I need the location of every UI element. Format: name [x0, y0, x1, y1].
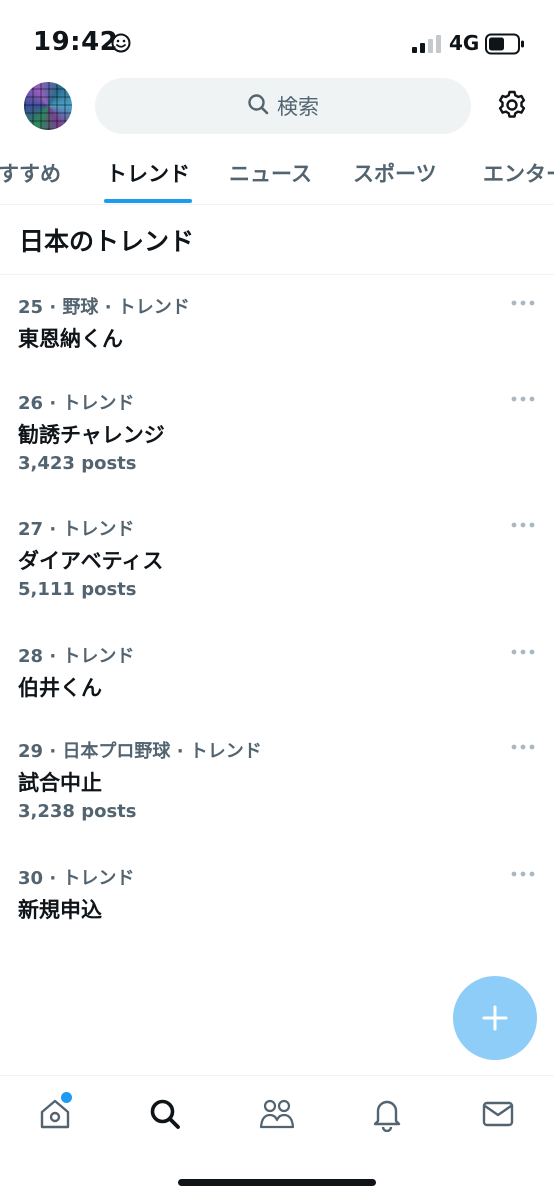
notification-dot — [59, 1090, 74, 1105]
trend-name: 試合中止 — [18, 771, 102, 795]
tab-sports[interactable]: スポーツ — [353, 158, 437, 188]
trend-category: トレンド — [62, 393, 135, 414]
plus-icon — [482, 1005, 508, 1031]
trend-name: 勧誘チャレンジ — [18, 423, 165, 447]
signal-icon — [412, 35, 441, 53]
trend-item[interactable]: 25 · 野球 · トレンド 東恩納くん — [0, 293, 554, 353]
trend-meta: 28 · トレンド — [18, 646, 135, 667]
more-options-icon[interactable] — [510, 741, 536, 753]
more-options-icon[interactable] — [510, 646, 536, 658]
tab-trending[interactable]: トレンド — [106, 158, 190, 188]
active-tab-indicator — [104, 199, 192, 203]
nav-home[interactable] — [35, 1090, 75, 1134]
tab-news[interactable]: ニュース — [229, 158, 312, 188]
explore-screen: 19:42 4G 検索 すすめ トレンド ニュース スポーツ エンタ 日本のトレ… — [0, 0, 554, 1199]
trend-item[interactable]: 26 · トレンド 勧誘チャレンジ 3,423 posts — [0, 389, 554, 481]
trend-rank: 27 — [18, 519, 44, 540]
nav-notifications[interactable] — [367, 1094, 407, 1134]
trend-category: トレンド — [62, 519, 135, 540]
trend-item[interactable]: 28 · トレンド 伯井くん — [0, 642, 554, 702]
avatar-pattern — [24, 82, 72, 130]
nav-search[interactable] — [145, 1094, 185, 1134]
compose-post-button[interactable] — [453, 976, 537, 1060]
divider — [0, 274, 554, 275]
trend-item[interactable]: 27 · トレンド ダイアベティス 5,111 posts — [0, 515, 554, 607]
trend-category: トレンド — [62, 646, 135, 667]
trend-post-count: 3,423 posts — [18, 453, 137, 474]
trend-item[interactable]: 30 · トレンド 新規申込 — [0, 864, 554, 924]
face-id-icon — [111, 33, 131, 57]
search-input[interactable]: 検索 — [95, 78, 471, 134]
trend-meta: 29 · 日本プロ野球 · トレンド — [18, 741, 262, 762]
tab-entertainment[interactable]: エンター — [483, 158, 554, 188]
nav-communities[interactable] — [257, 1094, 297, 1134]
trend-category: トレンド — [62, 868, 135, 889]
search-placeholder: 検索 — [277, 95, 319, 119]
tab-for-you[interactable]: すすめ — [0, 158, 61, 188]
search-icon — [150, 1099, 180, 1129]
trend-item[interactable]: 29 · 日本プロ野球 · トレンド 試合中止 3,238 posts — [0, 737, 554, 829]
trend-rank: 25 — [18, 297, 44, 318]
trend-meta: 30 · トレンド — [18, 868, 135, 889]
trend-rank: 29 — [18, 741, 44, 762]
nav-messages[interactable] — [478, 1094, 518, 1134]
network-type: 4G — [449, 31, 480, 55]
search-icon — [247, 93, 269, 119]
trend-name: ダイアベティス — [18, 549, 164, 573]
avatar[interactable] — [24, 82, 72, 130]
notifications-icon — [373, 1100, 401, 1132]
trend-meta: 25 · 野球 · トレンド — [18, 297, 190, 318]
section-title: 日本のトレンド — [19, 227, 195, 256]
trend-name: 伯井くん — [18, 676, 102, 700]
trend-post-count: 5,111 posts — [18, 579, 137, 600]
messages-icon — [482, 1101, 514, 1127]
trend-meta: 26 · トレンド — [18, 393, 135, 414]
home-indicator[interactable] — [178, 1179, 376, 1186]
trend-name: 新規申込 — [18, 898, 102, 922]
header: 検索 — [0, 74, 554, 138]
communities-icon — [259, 1099, 295, 1129]
trend-category: 野球 · トレンド — [62, 297, 190, 318]
trend-meta: 27 · トレンド — [18, 519, 135, 540]
settings-gear-icon[interactable] — [496, 89, 528, 121]
more-options-icon[interactable] — [510, 297, 536, 309]
status-bar: 19:42 4G — [0, 0, 554, 80]
status-time: 19:42 — [33, 27, 119, 57]
explore-tabs: すすめ トレンド ニュース スポーツ エンター — [0, 140, 554, 205]
more-options-icon[interactable] — [510, 868, 536, 880]
trend-category: 日本プロ野球 · トレンド — [62, 741, 262, 762]
trend-rank: 30 — [18, 868, 44, 889]
trend-name: 東恩納くん — [18, 327, 123, 351]
more-options-icon[interactable] — [510, 393, 536, 405]
more-options-icon[interactable] — [510, 519, 536, 531]
trend-rank: 26 — [18, 393, 44, 414]
battery-icon — [485, 33, 525, 59]
trend-rank: 28 — [18, 646, 44, 667]
trend-post-count: 3,238 posts — [18, 801, 137, 822]
